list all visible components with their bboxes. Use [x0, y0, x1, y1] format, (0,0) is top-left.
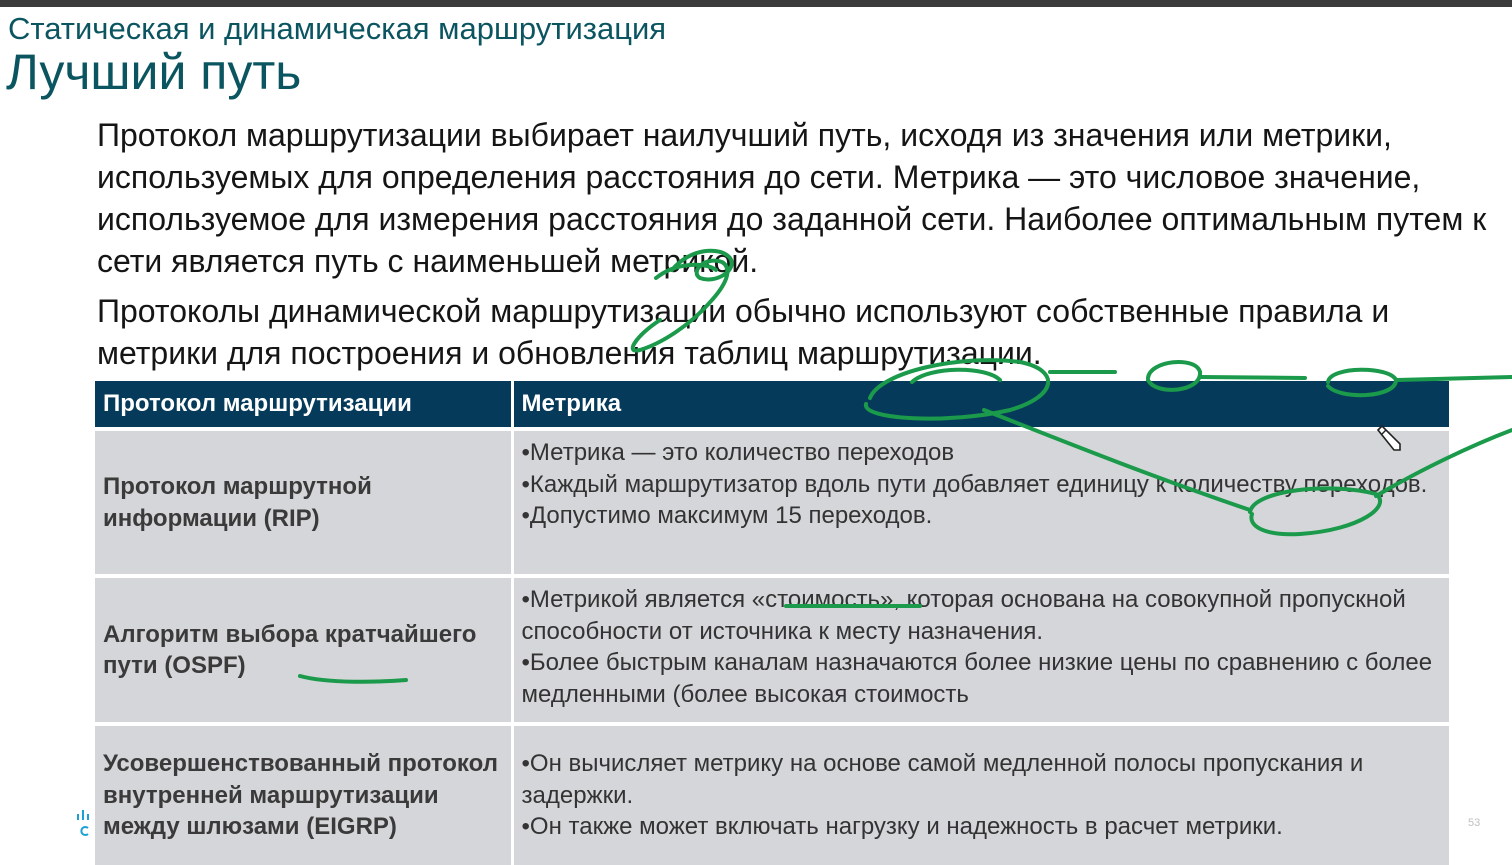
table-row: Алгоритм выбора кратчайшего пути (OSPF) …: [95, 574, 1449, 724]
protocol-cell: Алгоритм выбора кратчайшего пути (OSPF): [95, 574, 514, 724]
body-paragraph-2: Протоколы динамической маршрутизации обы…: [97, 293, 1390, 371]
header-metric: Метрика: [512, 381, 1449, 429]
metric-bullet: •Он также может включать нагрузку и наде…: [521, 813, 1283, 841]
protocol-cell: Протокол маршрутной информации (RIP): [95, 427, 514, 576]
metric-cell: •Он вычисляет метрику на основе самой ме…: [512, 722, 1449, 865]
table-header-row: Протокол маршрутизации Метрика: [95, 381, 1449, 429]
metric-bullet: •Он вычисляет метрику на основе самой ме…: [521, 750, 1364, 809]
ink-line: [1198, 375, 1307, 380]
page-number: 53: [1468, 817, 1481, 829]
routing-metrics-table: Протокол маршрутизации Метрика Протокол …: [95, 381, 1449, 865]
slide-title: Лучший путь: [6, 44, 302, 100]
table-row: Протокол маршрутной информации (RIP) •Ме…: [95, 427, 1449, 576]
metric-bullet: •Более быстрым каналам назначаются более…: [521, 649, 1433, 708]
metric-bullet: •Каждый маршрутизатор вдоль пути добавля…: [521, 470, 1428, 498]
cisco-logo-icon: [77, 810, 89, 836]
metric-cell: •Метрика — это количество переходов •Каж…: [512, 427, 1449, 576]
ink-line: [1394, 375, 1512, 382]
pen-cursor-icon: [1376, 424, 1401, 451]
slide-subtitle: Статическая и динамическая маршрутизация: [8, 11, 667, 46]
metric-bullet: •Допустимо максимум 15 переходов.: [521, 502, 933, 529]
metric-cell: •Метрикой является «стоимость», которая …: [512, 574, 1449, 724]
table-row: Усовершенствованный протокол внутренней …: [95, 722, 1449, 865]
window-top-bar: [0, 0, 1512, 7]
metric-bullet: •Метрикой является «стоимость», которая …: [521, 586, 1406, 645]
body-paragraph-1: Протокол маршрутизации выбирает наилучши…: [97, 117, 1487, 279]
header-protocol: Протокол маршрутизации: [95, 381, 514, 429]
protocol-cell: Усовершенствованный протокол внутренней …: [95, 722, 514, 865]
metric-bullet: •Метрика — это количество переходов: [521, 439, 955, 466]
